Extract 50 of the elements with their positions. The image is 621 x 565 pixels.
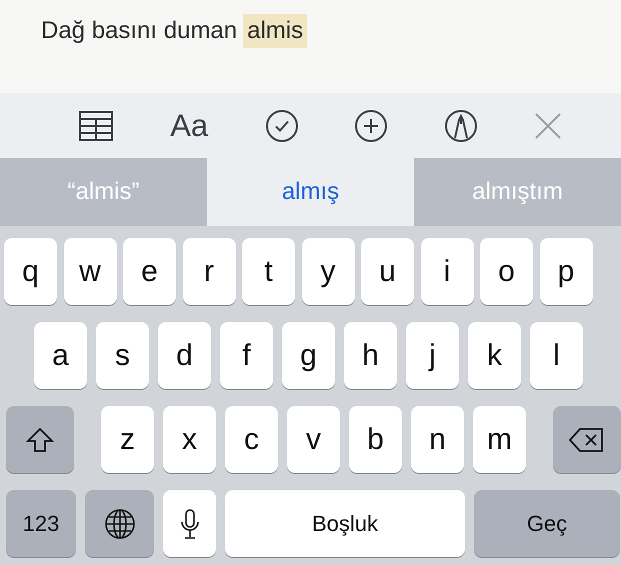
letter-key[interactable]: b bbox=[349, 406, 402, 473]
suggestion[interactable]: almış bbox=[207, 158, 414, 226]
table-button[interactable] bbox=[78, 110, 113, 140]
letter-key[interactable]: y bbox=[302, 238, 354, 305]
close-icon bbox=[534, 112, 562, 140]
letter-key[interactable]: v bbox=[287, 406, 340, 473]
letter-key[interactable]: d bbox=[158, 322, 211, 389]
text-format-button[interactable]: Aa bbox=[170, 108, 208, 144]
add-button[interactable] bbox=[355, 110, 388, 142]
microphone-icon bbox=[180, 508, 198, 538]
letter-key[interactable]: p bbox=[540, 238, 592, 305]
letter-key[interactable]: f bbox=[220, 322, 273, 389]
letter-key[interactable]: r bbox=[182, 238, 236, 305]
letter-key[interactable]: c bbox=[225, 406, 278, 473]
misspelled-word[interactable]: almis bbox=[243, 14, 308, 48]
plus-circle-icon bbox=[355, 110, 388, 142]
delete-key[interactable] bbox=[553, 406, 621, 473]
return-key[interactable]: Geç bbox=[474, 490, 620, 557]
letter-key[interactable]: t bbox=[242, 238, 295, 305]
table-icon bbox=[78, 110, 113, 140]
pen-tip-circle-icon bbox=[444, 110, 477, 142]
letter-key[interactable]: a bbox=[34, 322, 87, 389]
letter-key[interactable]: s bbox=[96, 322, 149, 389]
letter-key[interactable]: u bbox=[361, 238, 414, 305]
letter-key[interactable]: n bbox=[411, 406, 464, 473]
letter-key[interactable]: i bbox=[420, 238, 474, 305]
shift-icon bbox=[26, 426, 54, 452]
letter-key[interactable]: k bbox=[468, 322, 521, 389]
checklist-button[interactable] bbox=[266, 110, 298, 142]
letter-key[interactable]: j bbox=[406, 322, 459, 389]
letter-key[interactable]: g bbox=[282, 322, 335, 389]
shift-key[interactable] bbox=[6, 406, 74, 473]
letter-key[interactable]: z bbox=[101, 406, 154, 473]
dictation-key[interactable] bbox=[163, 490, 216, 557]
checkmark-circle-icon bbox=[266, 110, 298, 142]
letter-key[interactable]: q bbox=[4, 238, 57, 305]
letter-key[interactable]: x bbox=[163, 406, 216, 473]
letter-key[interactable]: o bbox=[480, 238, 533, 305]
backspace-icon bbox=[569, 426, 605, 452]
letter-key[interactable]: m bbox=[473, 406, 526, 473]
space-key[interactable]: Boşluk bbox=[225, 490, 465, 557]
letter-key[interactable]: h bbox=[344, 322, 397, 389]
letter-key[interactable]: e bbox=[123, 238, 176, 305]
markup-button[interactable] bbox=[444, 110, 477, 142]
letter-key[interactable]: l bbox=[530, 322, 583, 389]
globe-key[interactable] bbox=[85, 490, 154, 557]
globe-icon bbox=[104, 508, 134, 538]
numbers-key[interactable]: 123 bbox=[6, 490, 76, 557]
letter-key[interactable]: w bbox=[64, 238, 116, 305]
note-text: Dağ basını duman bbox=[41, 16, 238, 46]
